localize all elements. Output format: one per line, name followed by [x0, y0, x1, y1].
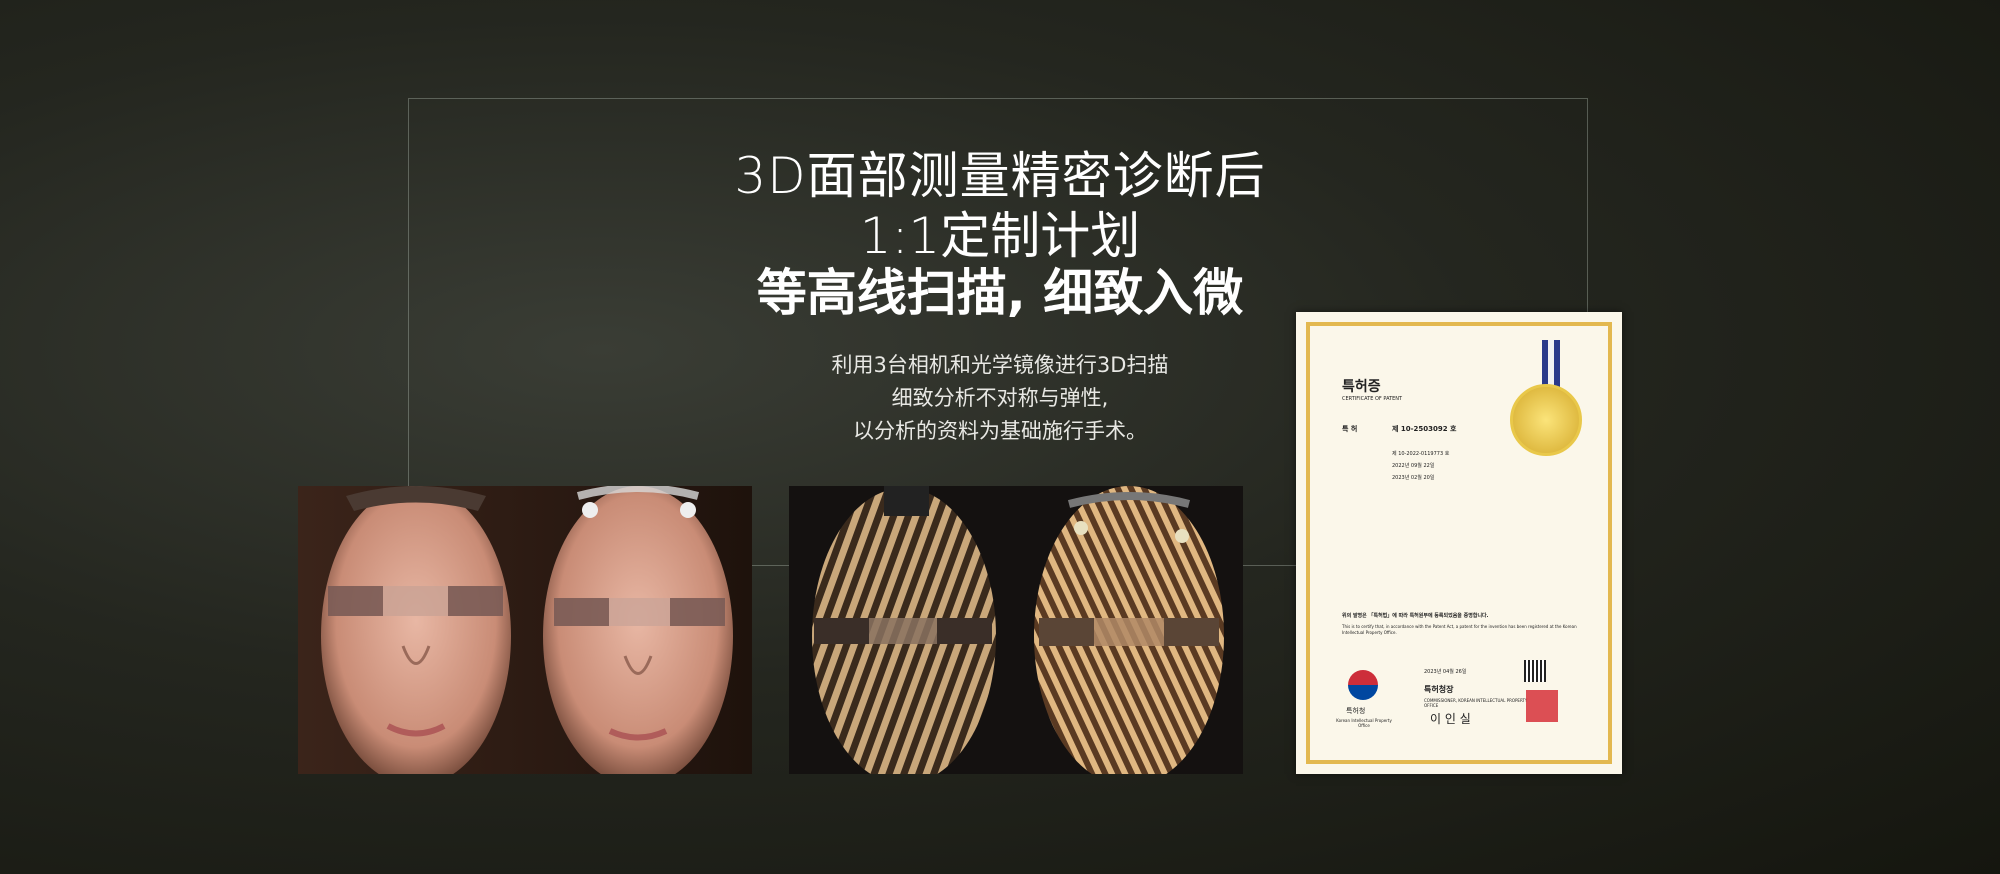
face-left	[321, 486, 511, 774]
headline-line-3: 等高线扫描, 细致入微	[756, 264, 1244, 322]
contour-face-right	[1034, 486, 1224, 774]
commissioner-title-ko: 특허청장	[1424, 685, 1454, 694]
application-number: 제 10-2022-0119773 호	[1392, 451, 1450, 457]
filing-date: 2022년 09월 22일	[1392, 463, 1435, 469]
issue-date: 2023년 04월 26일	[1424, 669, 1467, 675]
patent-certificate: 특허증 CERTIFICATE OF PATENT 특 허 제 10-25030…	[1296, 312, 1622, 774]
registration-date: 2023년 02월 20일	[1392, 475, 1435, 481]
headline-line-1: 3D面部测量精密诊断后	[734, 147, 1266, 205]
statement-en: This is to certify that, in accordance w…	[1342, 624, 1577, 635]
gold-seal-icon	[1510, 384, 1582, 456]
office-name-ko: 특허청	[1346, 707, 1366, 715]
patent-label: 특 허	[1342, 425, 1358, 433]
patent-number: 제 10-2503092 호	[1392, 425, 1457, 433]
commissioner-title-en: COMMISSIONER, KOREAN INTELLECTUAL PROPER…	[1424, 698, 1528, 708]
description-line-2: 细致分析不对称与弹性,	[891, 386, 1109, 410]
description-line-1: 利用3台相机和光学镜像进行3D扫描	[831, 353, 1169, 377]
qr-code-icon	[1524, 660, 1546, 682]
face-right	[543, 486, 733, 774]
office-name-en: Korean Intellectual Property Office	[1336, 718, 1392, 728]
certificate-title-ko: 특허증	[1342, 379, 1381, 395]
commissioner-signature: 이 인 실	[1430, 712, 1471, 726]
headline-line-2: 1:1定制计划	[859, 207, 1141, 265]
face-photo-contour-scan	[789, 486, 1243, 774]
red-stamp-icon	[1526, 690, 1558, 722]
description-line-3: 以分析的资料为基础施行手术。	[853, 419, 1147, 443]
statement-ko: 위의 발명은 「특허법」에 따라 특허원부에 등록되었음을 증명합니다.	[1342, 613, 1489, 619]
kipo-logo-icon	[1348, 670, 1378, 700]
face-photo-plain	[298, 486, 752, 774]
certificate-title-en: CERTIFICATE OF PATENT	[1342, 396, 1403, 402]
